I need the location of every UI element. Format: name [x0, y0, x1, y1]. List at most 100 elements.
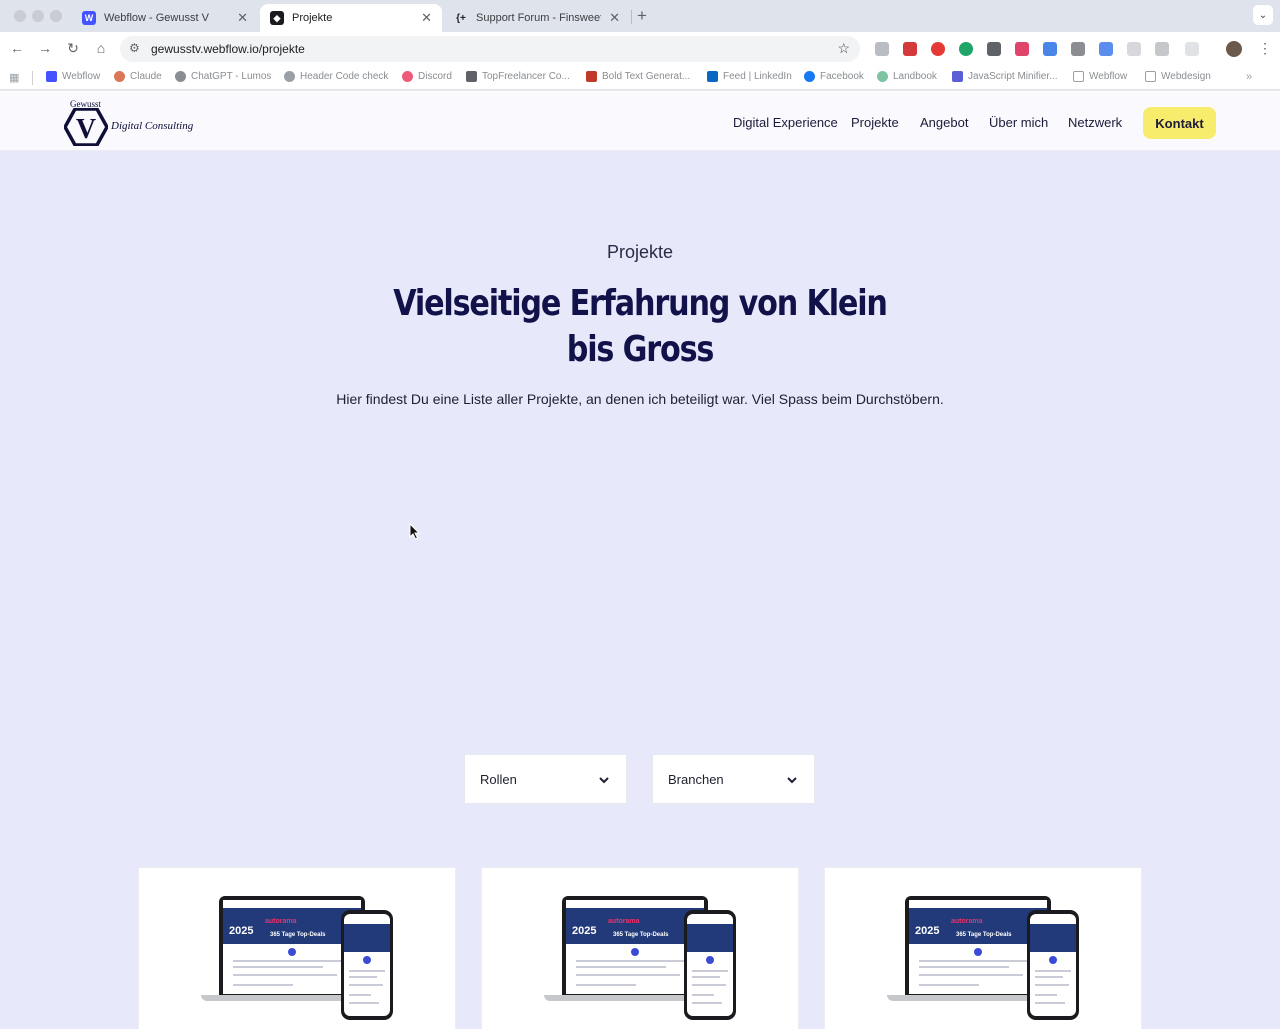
address-bar[interactable]: ⚙ gewusstv.webflow.io/projekte ☆: [120, 36, 860, 62]
mock-headline: 365 Tage Top-Deals: [956, 932, 1012, 938]
nav-netzwerk[interactable]: Netzwerk: [1068, 115, 1122, 130]
bookmark-item[interactable]: JavaScript Minifier...: [952, 71, 1057, 82]
filter-label: Rollen: [480, 772, 517, 787]
mock-brand: autorama: [951, 918, 983, 925]
browser-tab-projekte[interactable]: ◆ Projekte ✕: [260, 4, 442, 32]
extensions-puzzle-icon[interactable]: [1185, 42, 1199, 56]
extension-edit-icon[interactable]: [1127, 42, 1141, 56]
more-bookmarks-icon[interactable]: »: [1246, 71, 1252, 83]
extension-recycle-icon[interactable]: [875, 42, 889, 56]
bookmark-star-icon[interactable]: ☆: [837, 40, 850, 57]
extension-code-icon[interactable]: [1155, 42, 1169, 56]
more-menu-icon[interactable]: ⋮: [1258, 40, 1272, 57]
phone-mockup: [341, 910, 393, 1020]
check-badge-icon: [706, 956, 714, 964]
forward-icon[interactable]: →: [36, 40, 54, 56]
claude-icon: [114, 71, 125, 82]
section-eyebrow: Projekte: [606, 242, 674, 262]
mouse-cursor-icon: [409, 523, 421, 540]
logo-subtitle: Digital Consulting: [111, 120, 194, 132]
project-card[interactable]: autorama 2025 365 Tage Top-Deals: [824, 867, 1142, 1029]
nav-ueber-mich[interactable]: Über mich: [989, 115, 1048, 130]
browser-tab-finsweet[interactable]: {+ Support Forum - Finsweet Su ✕: [444, 4, 630, 32]
topfreelancer-icon: [466, 71, 477, 82]
bookmark-folder[interactable]: Webdesign: [1145, 71, 1211, 82]
page-title-line-1: Vielseitige Erfahrung von Klein: [393, 283, 888, 324]
bookmark-item[interactable]: ChatGPT - Lumos: [175, 71, 271, 82]
finsweet-icon: {+: [454, 11, 468, 25]
bookmark-item[interactable]: Landbook: [877, 71, 937, 82]
bookmark-folder[interactable]: Webflow: [1073, 71, 1127, 82]
globe-icon: [284, 71, 295, 82]
nav-digital-experience[interactable]: Digital Experience: [733, 115, 838, 130]
home-icon[interactable]: ⌂: [92, 40, 110, 56]
kontakt-button[interactable]: Kontakt: [1143, 107, 1216, 139]
folder-icon: [1073, 71, 1084, 82]
landbook-icon: [877, 71, 888, 82]
extension-grammarly-icon[interactable]: [959, 42, 973, 56]
filter-branchen-dropdown[interactable]: Branchen: [652, 754, 815, 804]
back-icon[interactable]: ←: [8, 40, 26, 56]
mock-year: 2025: [915, 925, 940, 937]
extension-tag-icon[interactable]: [1099, 42, 1113, 56]
linkedin-icon: [707, 71, 718, 82]
phone-mockup: [684, 910, 736, 1020]
extension-settings-icon[interactable]: [1043, 42, 1057, 56]
apps-grid-icon[interactable]: ▦: [9, 71, 19, 84]
phone-mockup: [1027, 910, 1079, 1020]
reload-icon[interactable]: ↻: [64, 40, 82, 57]
nav-angebot[interactable]: Angebot: [920, 115, 968, 130]
bookmark-item[interactable]: Feed | LinkedIn: [707, 71, 792, 82]
bookmark-item[interactable]: Discord: [402, 71, 452, 82]
chatgpt-icon: [175, 71, 186, 82]
check-badge-icon: [363, 956, 371, 964]
hexagon-logo-icon: V: [64, 108, 108, 146]
bookmarks-bar: ▦ Webflow Claude ChatGPT - Lumos Header …: [0, 66, 1280, 90]
site-settings-icon[interactable]: ⚙: [129, 41, 140, 55]
bookmark-item[interactable]: Bold Text Generat...: [586, 71, 690, 82]
extension-runner-icon[interactable]: [1071, 42, 1085, 56]
javascript-icon: [952, 71, 963, 82]
bookmark-item[interactable]: Facebook: [804, 71, 864, 82]
webflow-icon: W: [82, 11, 96, 25]
window-close-dot[interactable]: [14, 10, 26, 22]
browser-tab-webflow[interactable]: W Webflow - Gewusst V ✕: [72, 4, 258, 32]
close-icon[interactable]: ✕: [421, 10, 432, 26]
window-minimize-dot[interactable]: [32, 10, 44, 22]
nav-projekte[interactable]: Projekte: [851, 115, 899, 130]
bookmark-item[interactable]: Webflow: [46, 71, 100, 82]
check-badge-icon: [974, 948, 982, 956]
bookmark-item[interactable]: TopFreelancer Co...: [466, 71, 570, 82]
page-title-line-2: bis Gross: [566, 329, 715, 370]
filter-rollen-dropdown[interactable]: Rollen: [464, 754, 627, 804]
web-page: Gewusst V Digital Consulting Digital Exp…: [0, 91, 1280, 1029]
discord-icon: [402, 71, 413, 82]
project-card[interactable]: autorama 2025 365 Tage Top-Deals: [138, 867, 456, 1029]
profile-avatar[interactable]: [1226, 41, 1242, 57]
close-icon[interactable]: ✕: [237, 10, 248, 26]
new-tab-icon[interactable]: +: [637, 6, 647, 26]
extension-eyedropper-icon[interactable]: [987, 42, 1001, 56]
chevron-down-icon: [599, 777, 609, 784]
mock-brand: autorama: [608, 918, 640, 925]
logo[interactable]: Gewusst V Digital Consulting: [64, 99, 204, 147]
filter-label: Branchen: [668, 772, 724, 787]
site-header: Gewusst V Digital Consulting Digital Exp…: [0, 91, 1280, 151]
mock-year: 2025: [572, 925, 597, 937]
page-intro-text: Hier findest Du eine Liste aller Projekt…: [336, 391, 944, 407]
url-text: gewusstv.webflow.io/projekte: [151, 42, 305, 56]
close-icon[interactable]: ✕: [609, 10, 620, 26]
extension-calendar-icon[interactable]: [903, 42, 917, 56]
bookmark-item[interactable]: Header Code check: [284, 71, 388, 82]
extension-pin-icon[interactable]: [1015, 42, 1029, 56]
chevron-down-icon[interactable]: ⌄: [1253, 5, 1273, 25]
project-card[interactable]: autorama 2025 365 Tage Top-Deals: [481, 867, 799, 1029]
device-mockup-image: autorama 2025 365 Tage Top-Deals: [201, 896, 396, 1026]
window-zoom-dot[interactable]: [50, 10, 62, 22]
webflow-cube-icon: ◆: [270, 11, 284, 25]
folder-icon: [1145, 71, 1156, 82]
mock-headline: 365 Tage Top-Deals: [270, 932, 326, 938]
check-badge-icon: [1049, 956, 1057, 964]
bookmark-item[interactable]: Claude: [114, 71, 162, 82]
extension-ublock-icon[interactable]: [931, 42, 945, 56]
